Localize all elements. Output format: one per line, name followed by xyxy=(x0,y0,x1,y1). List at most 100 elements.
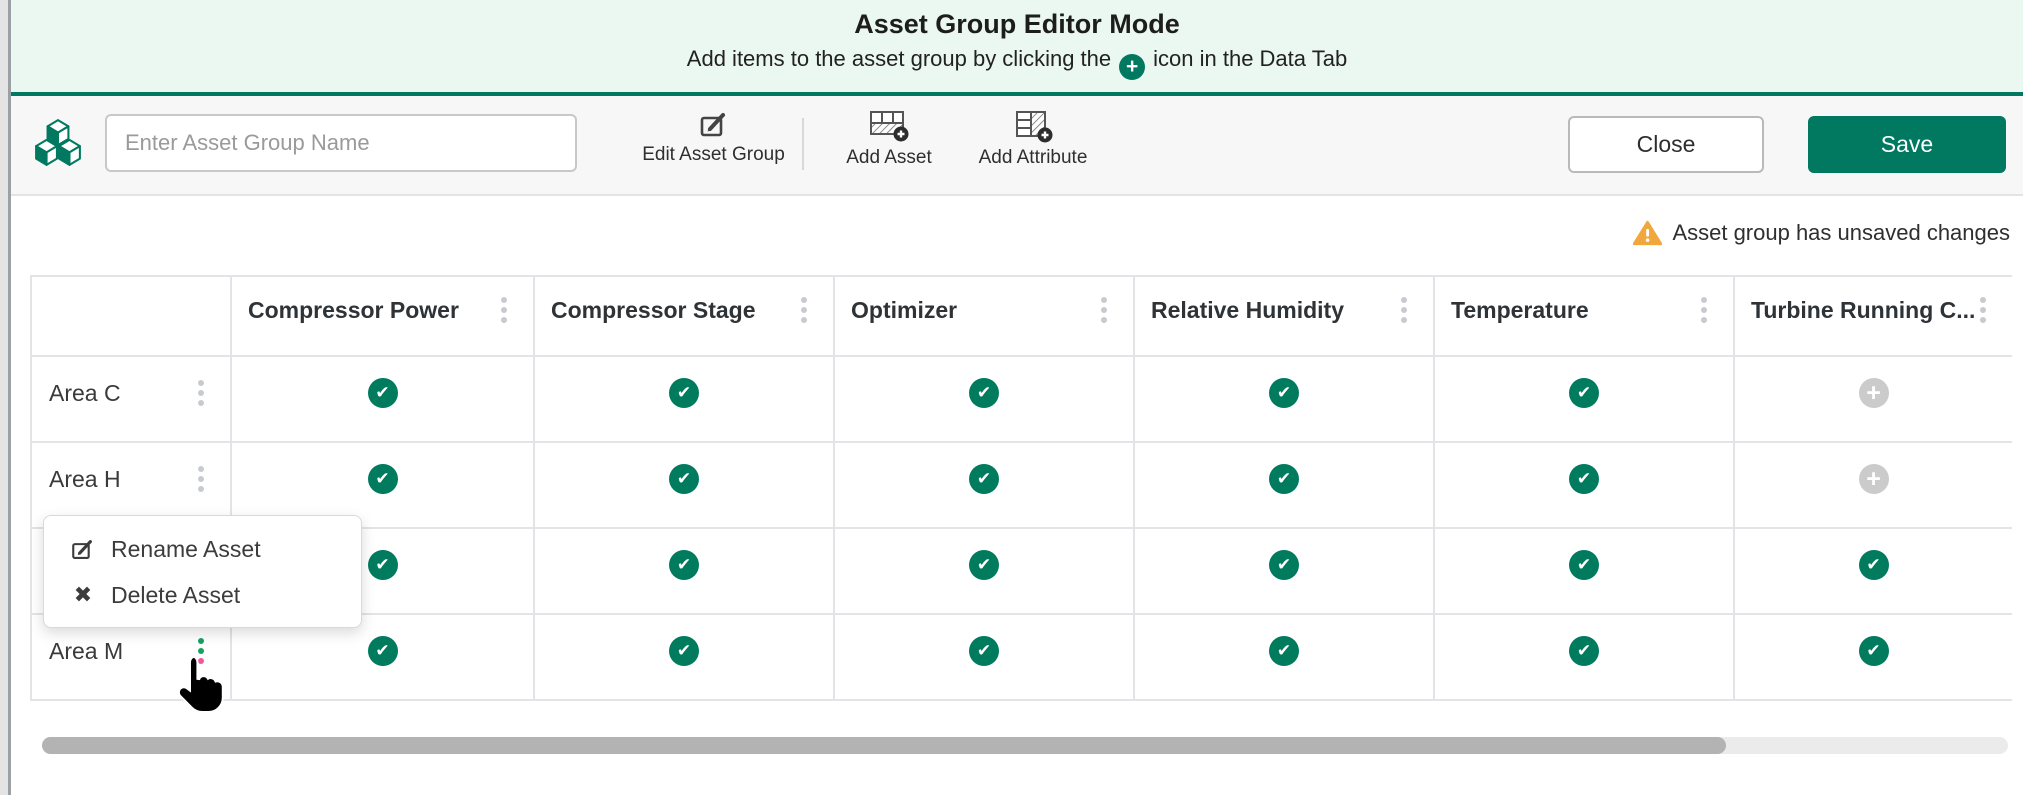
kebab-dot xyxy=(1401,297,1407,303)
table-cell: ✔ xyxy=(535,357,835,443)
kebab-menu-icon[interactable] xyxy=(1101,297,1107,323)
horizontal-scrollbar-track[interactable] xyxy=(42,737,2008,754)
kebab-menu-icon[interactable] xyxy=(1401,297,1407,323)
banner-subtitle: Add items to the asset group by clicking… xyxy=(11,46,2023,80)
check-circle-icon[interactable]: ✔ xyxy=(669,636,699,666)
table-cell: ✔ xyxy=(1135,615,1435,701)
check-circle-icon[interactable]: ✔ xyxy=(1569,550,1599,580)
column-header-cell: Compressor Power xyxy=(232,277,535,357)
kebab-menu-icon[interactable] xyxy=(801,297,807,323)
warning-text: Asset group has unsaved changes xyxy=(1672,220,2010,246)
kebab-dot xyxy=(198,380,204,386)
add-asset-button[interactable]: Add Asset xyxy=(823,110,955,180)
table-cell: ✔ xyxy=(1435,357,1735,443)
kebab-dot xyxy=(1701,317,1707,323)
row-label: Area H xyxy=(32,466,198,493)
column-header-label: Optimizer xyxy=(835,297,1101,324)
check-circle-icon[interactable]: ✔ xyxy=(1569,636,1599,666)
check-circle-icon[interactable]: ✔ xyxy=(1269,550,1299,580)
save-button[interactable]: Save xyxy=(1808,116,2006,173)
page-title: Asset Group Editor Mode xyxy=(11,9,2023,40)
kebab-dot xyxy=(801,317,807,323)
column-header-label: Turbine Running C... xyxy=(1735,297,1980,324)
kebab-dot xyxy=(198,486,204,492)
table-cell: ✔ xyxy=(835,443,1135,529)
check-circle-icon[interactable]: ✔ xyxy=(368,550,398,580)
delete-asset-menu-item[interactable]: ✖ Delete Asset xyxy=(44,572,361,618)
rename-asset-menu-item[interactable]: Rename Asset xyxy=(44,526,361,572)
kebab-dot xyxy=(198,638,204,644)
kebab-menu-icon[interactable] xyxy=(1980,297,1986,323)
table-add-row-icon xyxy=(867,110,911,143)
check-circle-icon[interactable]: ✔ xyxy=(1269,378,1299,408)
kebab-menu-icon[interactable] xyxy=(198,466,204,492)
check-circle-icon[interactable]: ✔ xyxy=(969,464,999,494)
kebab-dot xyxy=(501,307,507,313)
check-circle-icon[interactable]: ✔ xyxy=(368,636,398,666)
column-header-cell: Relative Humidity xyxy=(1135,277,1435,357)
table-cell: ✔ xyxy=(1735,529,2012,615)
close-button[interactable]: Close xyxy=(1568,116,1764,173)
kebab-dot xyxy=(198,400,204,406)
table-cell: ✔ xyxy=(835,357,1135,443)
table-cell: + xyxy=(1735,357,2012,443)
column-header-cell: Compressor Stage xyxy=(535,277,835,357)
check-circle-icon[interactable]: ✔ xyxy=(1569,464,1599,494)
row-label: Area C xyxy=(32,380,198,407)
check-circle-icon[interactable]: ✔ xyxy=(1569,378,1599,408)
check-circle-icon[interactable]: ✔ xyxy=(1269,464,1299,494)
kebab-dot xyxy=(1701,297,1707,303)
x-icon: ✖ xyxy=(70,583,96,608)
kebab-dot xyxy=(198,466,204,472)
editor-mode-banner: Asset Group Editor Mode Add items to the… xyxy=(11,0,2023,96)
kebab-dot xyxy=(1401,307,1407,313)
table-cell: ✔ xyxy=(835,529,1135,615)
table-cell: ✔ xyxy=(1135,357,1435,443)
check-circle-icon[interactable]: ✔ xyxy=(368,378,398,408)
check-circle-icon[interactable]: ✔ xyxy=(368,464,398,494)
column-header-label: Relative Humidity xyxy=(1135,297,1401,324)
kebab-menu-icon[interactable] xyxy=(1701,297,1707,323)
kebab-dot xyxy=(1980,317,1986,323)
check-circle-icon[interactable]: ✔ xyxy=(969,550,999,580)
add-attribute-button[interactable]: Add Attribute xyxy=(957,110,1109,180)
table-header-row: Compressor Power Compressor Stage Optimize… xyxy=(32,277,2012,357)
edit-asset-group-button[interactable]: Edit Asset Group xyxy=(626,108,801,180)
column-header-label: Compressor Stage xyxy=(535,297,801,324)
asset-group-cubes-icon xyxy=(33,118,83,168)
check-circle-icon[interactable]: ✔ xyxy=(669,378,699,408)
plus-circle-icon[interactable]: + xyxy=(1859,378,1889,408)
horizontal-scrollbar-thumb[interactable] xyxy=(42,737,1726,754)
kebab-dot xyxy=(1101,307,1107,313)
column-header-cell: Temperature xyxy=(1435,277,1735,357)
check-circle-icon[interactable]: ✔ xyxy=(1859,636,1889,666)
column-header-label: Compressor Power xyxy=(232,297,501,324)
kebab-dot xyxy=(1101,297,1107,303)
kebab-dot xyxy=(1101,317,1107,323)
kebab-menu-icon[interactable] xyxy=(501,297,507,323)
check-circle-icon[interactable]: ✔ xyxy=(969,378,999,408)
table-cell: ✔ xyxy=(1435,615,1735,701)
column-header-label: Temperature xyxy=(1435,297,1701,324)
column-header-cell: Optimizer xyxy=(835,277,1135,357)
asset-group-name-input[interactable] xyxy=(105,114,577,172)
row-header-cell: Area C xyxy=(32,357,232,443)
warning-triangle-icon xyxy=(1633,220,1662,246)
check-circle-icon[interactable]: ✔ xyxy=(1269,636,1299,666)
plus-circle-icon[interactable]: + xyxy=(1859,464,1889,494)
unsaved-changes-warning: Asset group has unsaved changes xyxy=(1633,220,2010,246)
check-circle-icon[interactable]: ✔ xyxy=(969,636,999,666)
table-cell: ✔ xyxy=(1435,529,1735,615)
kebab-menu-icon[interactable] xyxy=(198,380,204,406)
kebab-dot xyxy=(1401,317,1407,323)
table-cell: ✔ xyxy=(535,529,835,615)
kebab-dot xyxy=(1980,307,1986,313)
kebab-dot xyxy=(198,658,204,664)
kebab-menu-icon[interactable] xyxy=(198,638,204,664)
kebab-dot xyxy=(801,297,807,303)
check-circle-icon[interactable]: ✔ xyxy=(669,550,699,580)
pencil-square-icon xyxy=(698,108,730,140)
check-circle-icon[interactable]: ✔ xyxy=(1859,550,1889,580)
table-cell: ✔ xyxy=(535,443,835,529)
check-circle-icon[interactable]: ✔ xyxy=(669,464,699,494)
